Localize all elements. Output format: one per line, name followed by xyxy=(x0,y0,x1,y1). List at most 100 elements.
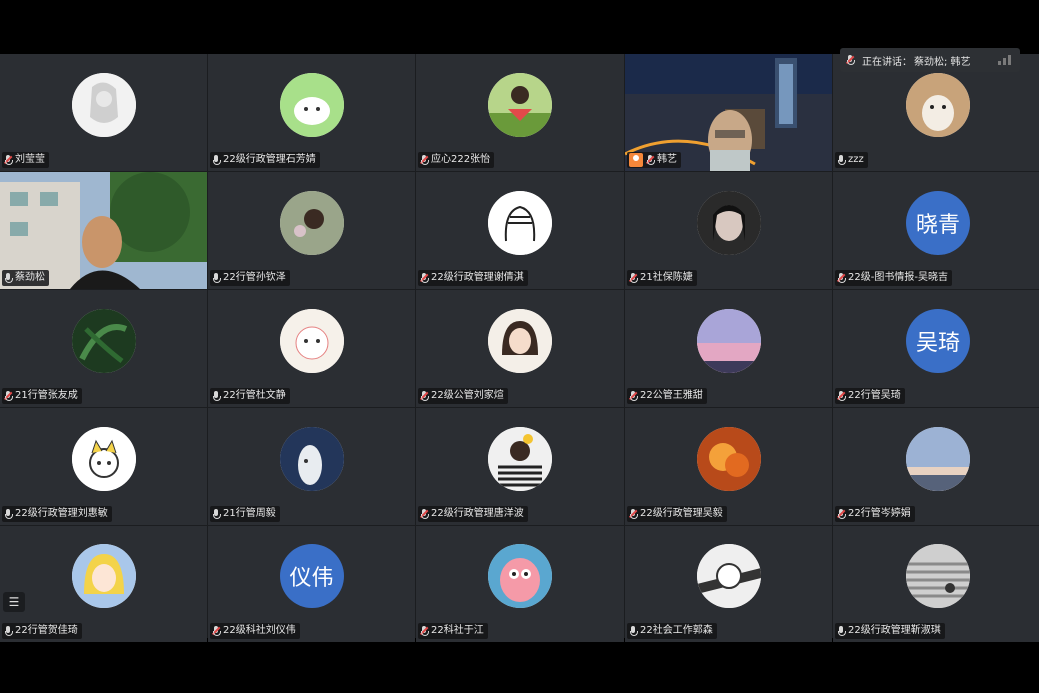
participant-avatar xyxy=(488,72,552,137)
participant-name-tag: 22行管吴琦 xyxy=(835,388,905,404)
mic-muted-icon xyxy=(419,273,429,283)
participant-name-tag: 刘莹莹 xyxy=(2,152,49,168)
participant-name-tag: 21社保陈婕 xyxy=(627,270,697,286)
participant-tile[interactable]: 蔡劲松 xyxy=(0,172,207,289)
participant-tile[interactable]: 22行管贺佳琦 ☰ xyxy=(0,526,207,642)
participant-tile[interactable]: 22行管杜文静 xyxy=(208,290,415,407)
participant-tile[interactable]: 22行管岑婷娟 xyxy=(833,408,1039,525)
participant-name: 22级-图书情报-吴晓吉 xyxy=(848,272,948,283)
participant-name: 22级行政管理唐洋波 xyxy=(431,508,524,519)
participant-avatar xyxy=(279,426,344,491)
mic-icon xyxy=(629,626,638,636)
mic-muted-icon xyxy=(419,155,429,165)
participant-name-tag: 应心222张怡 xyxy=(418,152,495,168)
mic-muted-icon xyxy=(836,273,846,283)
participant-tile[interactable]: 韩艺 xyxy=(625,54,832,171)
participant-tile[interactable]: 22级行政管理靳淑琪 xyxy=(833,526,1039,642)
participant-tile[interactable]: 21行管张友成 xyxy=(0,290,207,407)
participant-name: 21行管周毅 xyxy=(223,508,276,519)
participant-name-tag: 22公管王雅甜 xyxy=(627,388,707,404)
mic-muted-icon xyxy=(836,509,846,519)
participant-avatar xyxy=(279,190,344,255)
participant-tile[interactable]: 刘莹莹 xyxy=(0,54,207,171)
participant-name-tag: 22行管杜文静 xyxy=(210,388,290,404)
participant-name: 22级行政管理谢倩淇 xyxy=(431,272,524,283)
participant-tile[interactable]: 22科社于江 xyxy=(416,526,624,642)
participant-name-tag: 韩艺 xyxy=(627,152,681,168)
participant-avatar xyxy=(71,308,136,373)
host-icon xyxy=(629,153,643,167)
participant-name: 22级公管刘家煊 xyxy=(431,390,504,401)
participant-avatar: 吴琦 xyxy=(906,308,970,373)
list-menu-icon[interactable]: ☰ xyxy=(3,592,25,612)
participant-avatar xyxy=(906,426,970,491)
participant-avatar: 晓青 xyxy=(906,190,970,255)
participant-name: 22级行政管理吴毅 xyxy=(640,508,723,519)
participant-name: 22公管王雅甜 xyxy=(640,390,703,401)
participant-tile[interactable]: 吴琦 22行管吴琦 xyxy=(833,290,1039,407)
participant-avatar xyxy=(279,308,344,373)
participant-name: 21行管张友成 xyxy=(15,390,78,401)
speaking-indicator: 正在讲话： 蔡劲松; 韩艺 xyxy=(840,48,1020,72)
mic-muted-icon xyxy=(419,509,429,519)
participant-tile[interactable]: 22级行政管理吴毅 xyxy=(625,408,832,525)
participant-tile[interactable]: 22级行政管理刘惠敏 xyxy=(0,408,207,525)
participant-avatar xyxy=(906,544,970,608)
mic-muted-icon xyxy=(3,391,13,401)
participant-tile[interactable]: 21社保陈婕 xyxy=(625,172,832,289)
participant-name-tag: 22级-图书情报-吴晓吉 xyxy=(835,270,952,286)
signal-icon xyxy=(998,55,1011,65)
mic-muted-icon xyxy=(628,391,638,401)
participant-tile[interactable]: 22行管孙钦泽 xyxy=(208,172,415,289)
participant-tile[interactable]: 22级行政管理石芳婧 xyxy=(208,54,415,171)
mic-muted-icon xyxy=(628,509,638,519)
participant-avatar xyxy=(71,544,136,608)
speaking-label: 正在讲话： xyxy=(862,56,912,68)
speaking-names: 蔡劲松; 韩艺 xyxy=(914,56,971,68)
participant-name-tag: 22级行政管理石芳婧 xyxy=(210,152,320,168)
participant-avatar: 仪伟 xyxy=(279,544,344,608)
participant-name-tag: 22级科社刘仪伟 xyxy=(210,623,300,639)
participant-name-tag: 蔡劲松 xyxy=(2,270,49,286)
participant-tile[interactable]: 晓青 22级-图书情报-吴晓吉 xyxy=(833,172,1039,289)
participant-grid: 刘莹莹 22级行政管理石芳婧 应心222张怡 韩艺 zzz 蔡劲松 22行管孙钦泽 22级行政… xyxy=(0,54,1039,642)
mic-muted-icon xyxy=(645,155,655,165)
participant-name: 蔡劲松 xyxy=(15,272,45,283)
participant-tile[interactable]: 应心222张怡 xyxy=(416,54,624,171)
participant-name-tag: 22级行政管理吴毅 xyxy=(627,506,727,522)
participant-name: 22行管孙钦泽 xyxy=(223,272,286,283)
mic-muted-icon xyxy=(3,155,13,165)
participant-avatar xyxy=(906,72,970,137)
participant-name: 22行管岑婷娟 xyxy=(848,508,911,519)
participant-avatar xyxy=(488,544,552,608)
participant-tile[interactable]: 22社会工作郭森 xyxy=(625,526,832,642)
mic-icon xyxy=(4,509,13,519)
mic-muted-icon xyxy=(419,626,429,636)
participant-name: 应心222张怡 xyxy=(431,154,491,165)
mic-icon xyxy=(212,155,221,165)
participant-name-tag: 22行管孙钦泽 xyxy=(210,270,290,286)
participant-avatar xyxy=(488,426,552,491)
mic-icon xyxy=(4,626,13,636)
participant-avatar xyxy=(696,308,761,373)
participant-name-tag: 22级公管刘家煊 xyxy=(418,388,508,404)
participant-avatar xyxy=(279,72,344,137)
participant-name: 22行管杜文静 xyxy=(223,390,286,401)
participant-name-tag: 21行管周毅 xyxy=(210,506,280,522)
participant-tile[interactable]: 22级行政管理谢倩淇 xyxy=(416,172,624,289)
participant-name: 21社保陈婕 xyxy=(640,272,693,283)
participant-name-tag: 22级行政管理谢倩淇 xyxy=(418,270,528,286)
participant-tile[interactable]: 22级行政管理唐洋波 xyxy=(416,408,624,525)
mic-icon xyxy=(837,155,846,165)
participant-name: zzz xyxy=(848,154,864,165)
participant-tile[interactable]: 仪伟 22级科社刘仪伟 xyxy=(208,526,415,642)
participant-tile[interactable]: 22级公管刘家煊 xyxy=(416,290,624,407)
participant-avatar xyxy=(488,308,552,373)
participant-tile[interactable]: 21行管周毅 xyxy=(208,408,415,525)
participant-name: 刘莹莹 xyxy=(15,154,45,165)
participant-name-tag: 22行管岑婷娟 xyxy=(835,506,915,522)
participant-avatar xyxy=(488,190,552,255)
participant-name-tag: 22级行政管理刘惠敏 xyxy=(2,506,112,522)
participant-tile[interactable]: 22公管王雅甜 xyxy=(625,290,832,407)
mic-muted-icon xyxy=(211,626,221,636)
